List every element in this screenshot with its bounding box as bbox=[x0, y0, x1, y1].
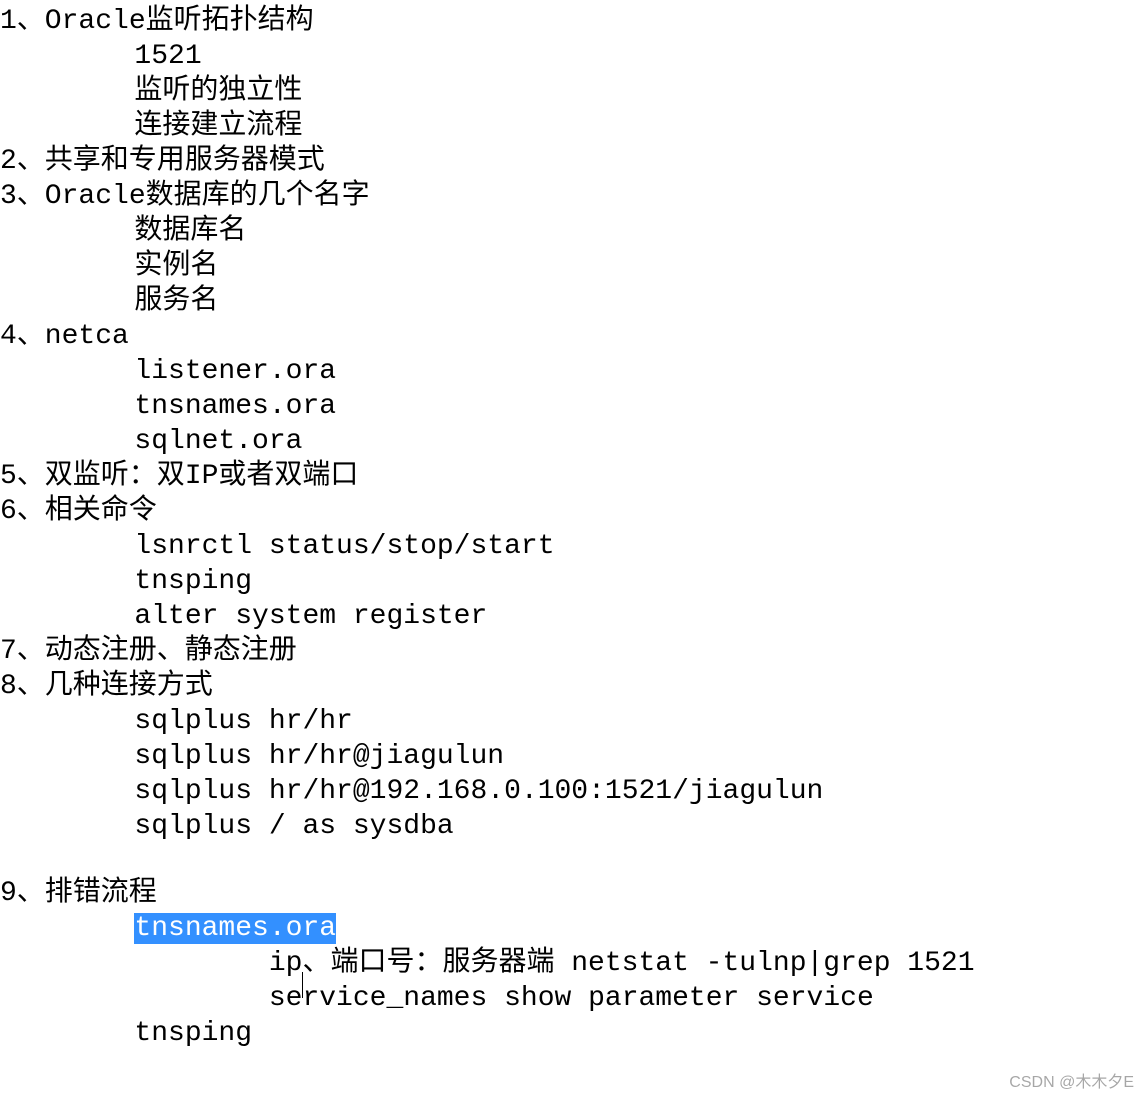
outline-sub-sqlplus-2: sqlplus hr/hr@jiagulun bbox=[0, 739, 1140, 774]
outline-item-4: 4、netca bbox=[0, 319, 1140, 354]
outline-sub-db-name: 数据库名 bbox=[0, 214, 1140, 249]
outline-item-9: 9、排错流程 bbox=[0, 876, 1140, 911]
outline-item-3: 3、Oracle数据库的几个名字 bbox=[0, 179, 1140, 214]
outline-sub-lsnrctl: lsnrctl status/stop/start bbox=[0, 529, 1140, 564]
outline-sub-tnsping: tnsping bbox=[0, 564, 1140, 599]
outline-sub-sqlplus-1: sqlplus hr/hr bbox=[0, 704, 1140, 739]
outline-sub-connection-flow: 连接建立流程 bbox=[0, 109, 1140, 144]
outline-sub-sqlplus-4: sqlplus / as sysdba bbox=[0, 809, 1140, 844]
outline-sub-service-names: service_names show parameter service bbox=[0, 981, 1140, 1016]
outline-sub-tnsnames-highlight-line: tnsnames.ora bbox=[0, 911, 1140, 946]
watermark-text: CSDN @木木夕E bbox=[1009, 1073, 1134, 1093]
outline-sub-sqlnet-ora: sqlnet.ora bbox=[0, 424, 1140, 459]
outline-sub-listener-independence: 监听的独立性 bbox=[0, 74, 1140, 109]
outline-sub-service-name: 服务名 bbox=[0, 284, 1140, 319]
outline-sub-sqlplus-3: sqlplus hr/hr@192.168.0.100:1521/jiagulu… bbox=[0, 774, 1140, 809]
ip-prefix: ip bbox=[0, 948, 302, 979]
outline-sub-ip-port: ip、端口号：服务器端 netstat -tulnp|grep 1521 bbox=[0, 946, 1140, 981]
blank-line bbox=[0, 844, 1140, 876]
outline-item-7: 7、动态注册、静态注册 bbox=[0, 634, 1140, 669]
indent-prefix bbox=[0, 913, 134, 944]
outline-sub-tnsnames-ora: tnsnames.ora bbox=[0, 389, 1140, 424]
outline-item-5: 5、双监听：双IP或者双端口 bbox=[0, 459, 1140, 494]
selected-text[interactable]: tnsnames.ora bbox=[134, 913, 336, 944]
outline-sub-instance-name: 实例名 bbox=[0, 249, 1140, 284]
outline-sub-1521: 1521 bbox=[0, 39, 1140, 74]
outline-item-2: 2、共享和专用服务器模式 bbox=[0, 144, 1140, 179]
ip-rest: 、端口号：服务器端 netstat -tulnp|grep 1521 bbox=[302, 948, 974, 979]
outline-item-6: 6、相关命令 bbox=[0, 494, 1140, 529]
outline-sub-alter-system: alter system register bbox=[0, 599, 1140, 634]
outline-sub-listener-ora: listener.ora bbox=[0, 354, 1140, 389]
outline-item-8: 8、几种连接方式 bbox=[0, 669, 1140, 704]
outline-item-1: 1、Oracle监听拓扑结构 bbox=[0, 4, 1140, 39]
outline-sub-tnsping-2: tnsping bbox=[0, 1016, 1140, 1051]
